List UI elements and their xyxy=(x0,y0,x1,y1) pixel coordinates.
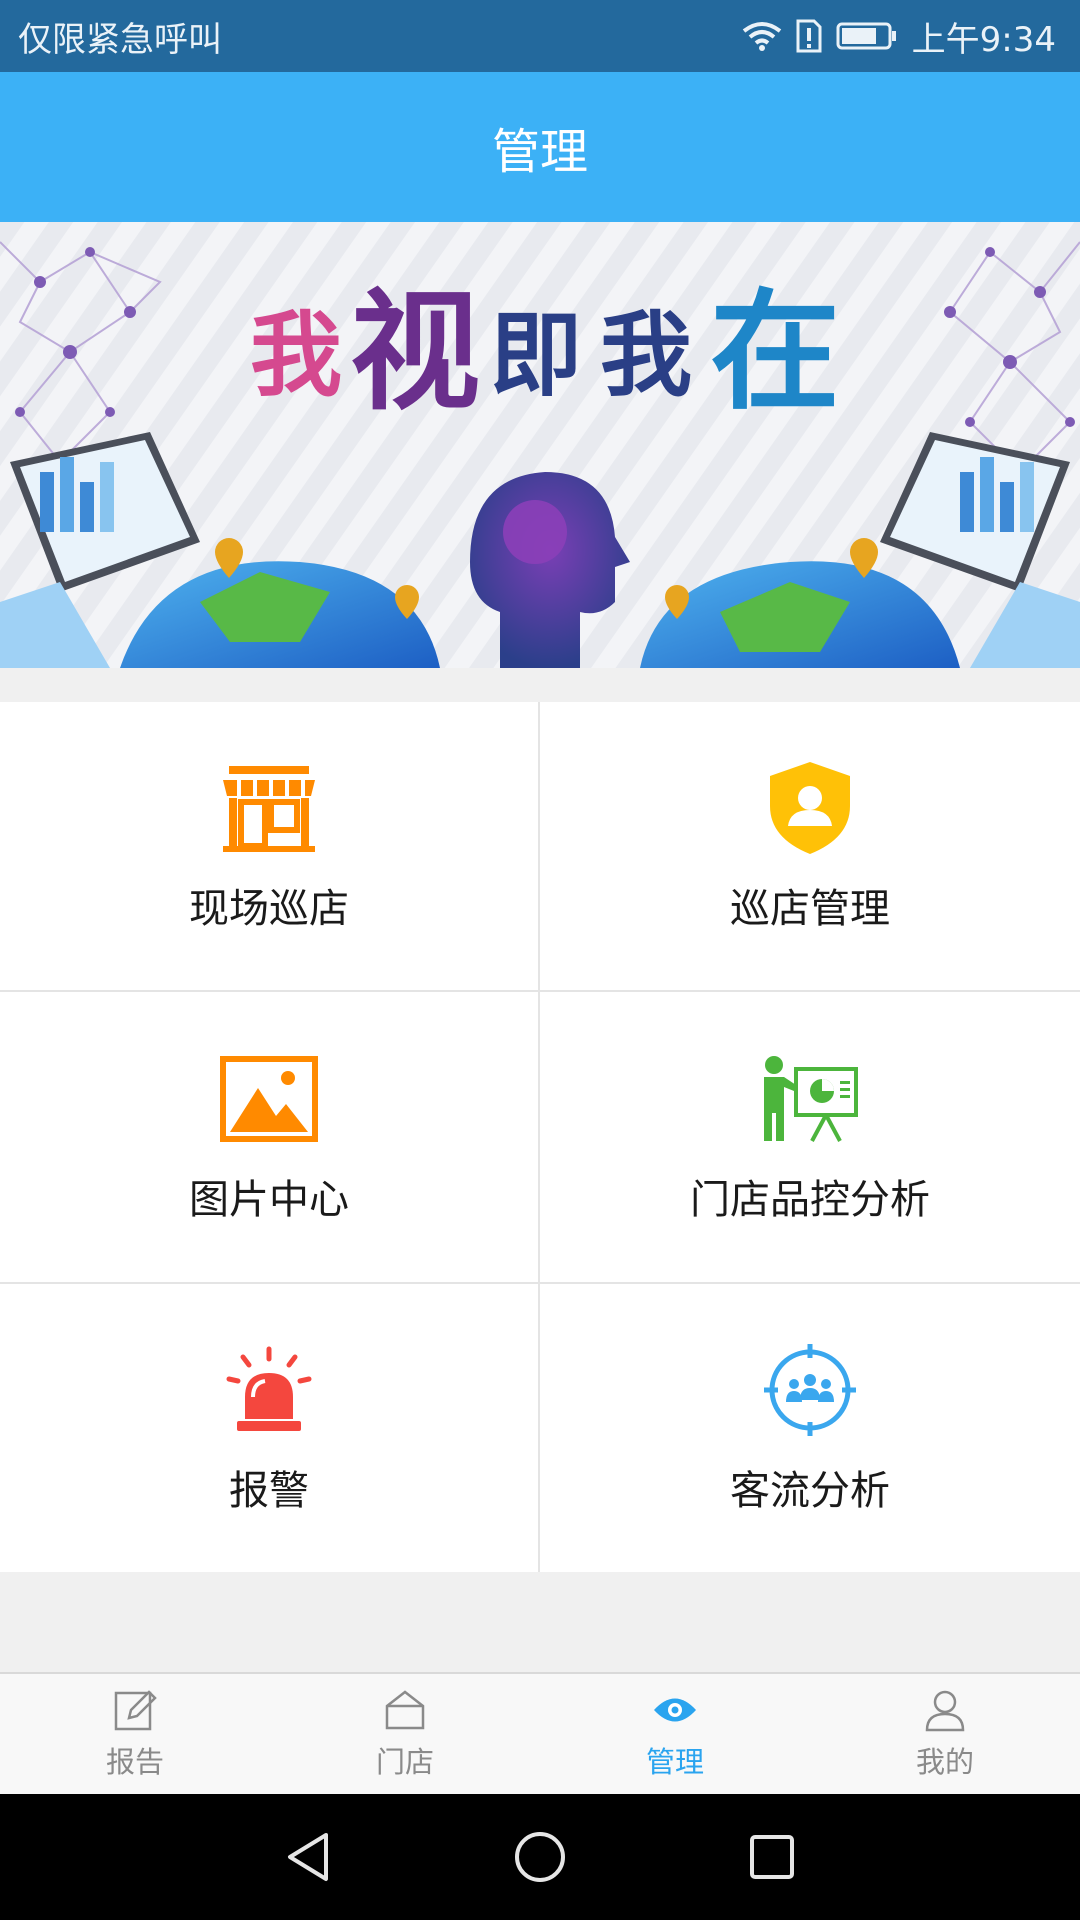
bottom-tab-bar: 报告 门店 管理 我的 xyxy=(0,1672,1080,1794)
menu-item-inspection-management[interactable]: 巡店管理 xyxy=(540,702,1080,990)
tab-mine[interactable]: 我的 xyxy=(810,1674,1080,1794)
eye-icon xyxy=(652,1687,698,1733)
shield-user-icon xyxy=(760,758,860,858)
tab-report[interactable]: 报告 xyxy=(0,1674,270,1794)
menu-item-onsite-inspection[interactable]: 现场巡店 xyxy=(0,702,538,990)
tab-store[interactable]: 门店 xyxy=(270,1674,540,1794)
recents-icon[interactable] xyxy=(744,1829,800,1885)
back-icon[interactable] xyxy=(280,1829,336,1885)
tab-label: 门店 xyxy=(375,1745,434,1779)
battery-icon xyxy=(836,21,898,51)
menu-grid: 现场巡店 巡店管理 图片中心 门店品控分析 报警 客流分析 xyxy=(0,702,1080,1572)
menu-label: 巡店管理 xyxy=(730,886,890,932)
menu-label: 门店品控分析 xyxy=(690,1177,930,1223)
menu-item-customer-flow[interactable]: 客流分析 xyxy=(540,1284,1080,1572)
menu-item-quality-analysis[interactable]: 门店品控分析 xyxy=(540,992,1080,1282)
wifi-icon xyxy=(742,21,782,51)
presentation-icon xyxy=(760,1049,860,1149)
banner-slogan-2: 视 xyxy=(350,276,480,428)
picture-icon xyxy=(219,1049,319,1149)
menu-item-alarm[interactable]: 报警 xyxy=(0,1284,538,1572)
user-icon xyxy=(922,1687,968,1733)
tab-manage[interactable]: 管理 xyxy=(540,1674,810,1794)
store-house-icon xyxy=(382,1687,428,1733)
menu-label: 现场巡店 xyxy=(189,886,349,932)
tab-label: 报告 xyxy=(105,1745,164,1779)
carrier-text: 仅限紧急呼叫 xyxy=(18,19,222,60)
status-time: 上午9:34 xyxy=(911,19,1056,60)
menu-label: 客流分析 xyxy=(730,1468,890,1514)
tab-label: 管理 xyxy=(645,1745,704,1779)
page-title: 管理 xyxy=(491,124,588,180)
banner-slogan-5: 在 xyxy=(710,276,840,428)
status-bar: 仅限紧急呼叫 上午9:34 xyxy=(0,0,1080,72)
status-icons: 上午9:34 xyxy=(742,12,1056,61)
storefront-icon xyxy=(219,758,319,858)
banner-slogan-4: 我 xyxy=(600,302,692,409)
sim-alert-icon xyxy=(796,19,822,53)
home-icon[interactable] xyxy=(512,1829,568,1885)
alarm-light-icon xyxy=(219,1340,319,1440)
customer-flow-icon xyxy=(760,1340,860,1440)
banner-illustration: 我 视 即 我 在 xyxy=(0,222,1080,668)
report-edit-icon xyxy=(112,1687,158,1733)
menu-label: 图片中心 xyxy=(189,1177,349,1223)
menu-item-picture-center[interactable]: 图片中心 xyxy=(0,992,538,1282)
banner-slogan-1: 我 xyxy=(250,302,342,409)
tab-label: 我的 xyxy=(915,1745,974,1779)
system-nav-bar xyxy=(0,1794,1080,1920)
title-bar: 管理 xyxy=(0,72,1080,222)
menu-label: 报警 xyxy=(229,1468,309,1514)
promo-banner[interactable]: 我 视 即 我 在 xyxy=(0,222,1080,668)
banner-slogan-3: 即 xyxy=(490,302,582,409)
